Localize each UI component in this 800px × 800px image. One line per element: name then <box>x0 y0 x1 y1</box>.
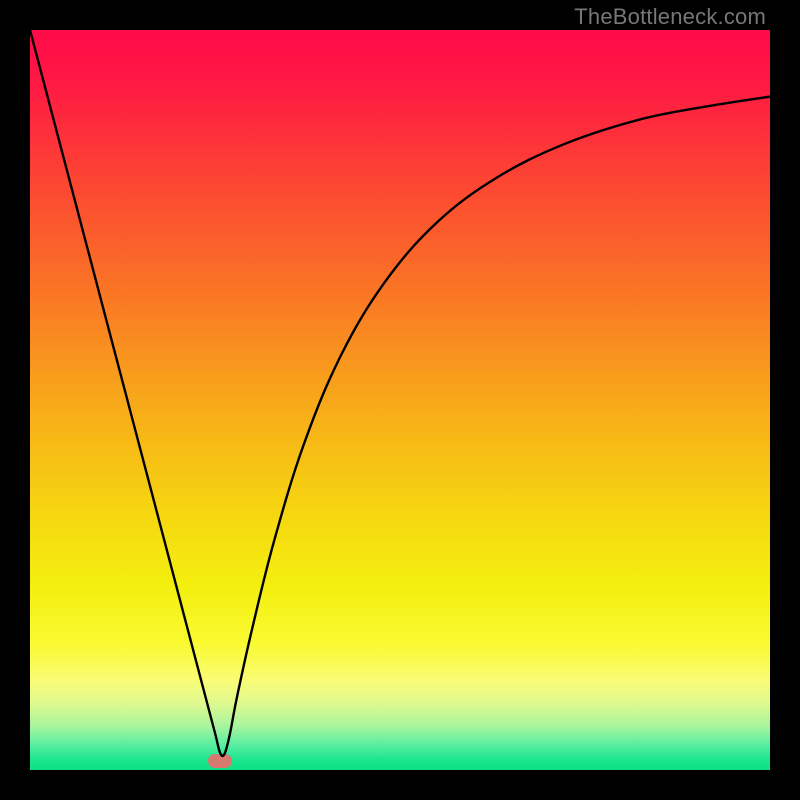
chart-frame: TheBottleneck.com <box>0 0 800 800</box>
plot-area <box>30 30 770 770</box>
watermark-text: TheBottleneck.com <box>574 4 766 30</box>
curve-layer <box>30 30 770 770</box>
bottleneck-curve-path <box>30 30 770 756</box>
